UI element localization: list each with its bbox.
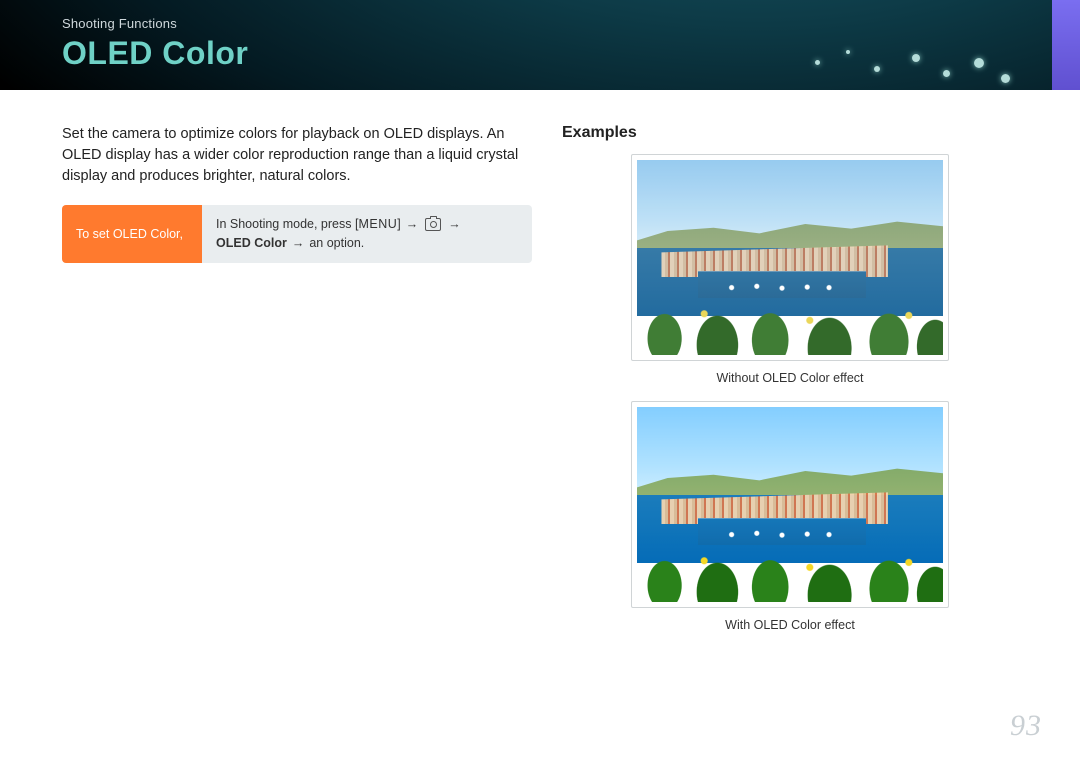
caption-with: With OLED Color effect — [562, 618, 1018, 632]
right-column: Examples Without OLED Color effect With … — [562, 124, 1018, 648]
instruction-box: To set OLED Color, In Shooting mode, pre… — [62, 205, 532, 263]
examples-heading: Examples — [562, 124, 1018, 142]
instruction-body: In Shooting mode, press [MENU] → → OLED … — [202, 205, 532, 263]
instruction-bold: OLED Color — [216, 234, 287, 253]
content-area: Set the camera to optimize colors for pl… — [0, 90, 1080, 648]
example-image-without — [637, 160, 943, 355]
header-side-accent — [1052, 0, 1080, 90]
arrow-icon: → — [406, 215, 419, 234]
example-image-with — [637, 407, 943, 602]
example-frame-without — [631, 154, 949, 361]
page-title: OLED Color — [62, 35, 248, 72]
camera-icon — [425, 218, 441, 231]
instruction-prefix: In Shooting mode, press [ — [216, 215, 358, 234]
arrow-icon: → — [292, 234, 305, 253]
page-header: Shooting Functions OLED Color — [0, 0, 1080, 90]
menu-key-text: MENU — [358, 215, 397, 234]
instruction-label: To set OLED Color, — [62, 205, 202, 263]
left-column: Set the camera to optimize colors for pl… — [62, 124, 532, 648]
instruction-mid: ] — [397, 215, 400, 234]
caption-without: Without OLED Color effect — [562, 371, 1018, 385]
example-frame-with — [631, 401, 949, 608]
instruction-suffix: an option. — [309, 234, 364, 253]
section-label: Shooting Functions — [62, 16, 248, 31]
arrow-icon: → — [448, 215, 461, 234]
description-text: Set the camera to optimize colors for pl… — [62, 124, 532, 187]
page-number: 93 — [1010, 709, 1042, 743]
header-decoration — [740, 0, 1040, 90]
